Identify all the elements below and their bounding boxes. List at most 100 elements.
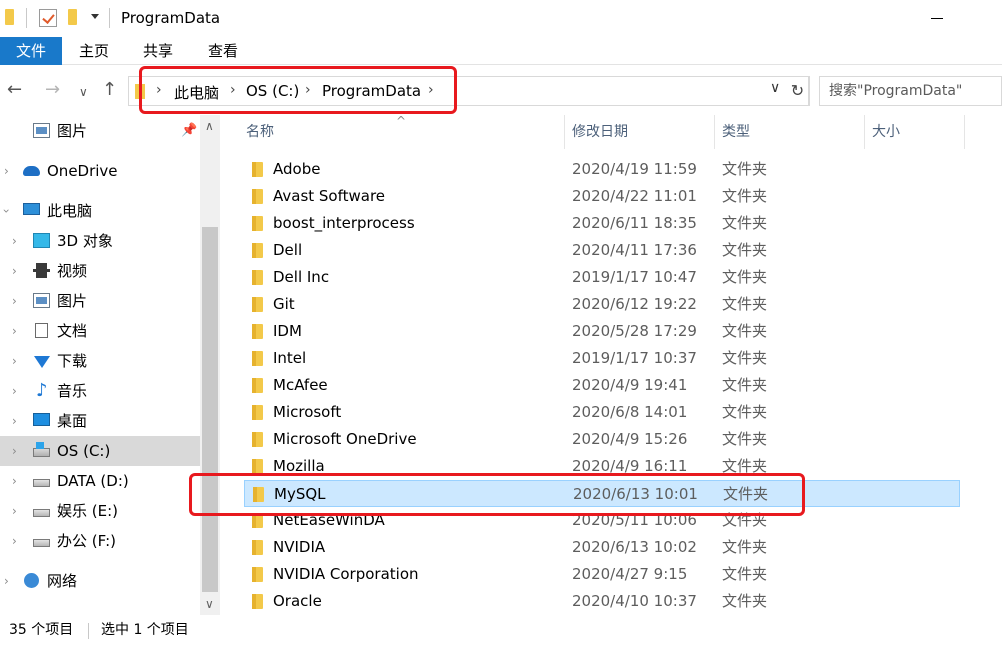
file-type: 文件夹	[722, 349, 768, 367]
file-type: 文件夹	[722, 160, 768, 178]
folder-icon	[252, 459, 263, 474]
chevron-right-icon[interactable]: ›	[12, 376, 17, 406]
file-name: Git	[273, 295, 295, 313]
sidebar-item-office-f[interactable]: › 办公 (F:)	[0, 526, 200, 556]
properties-icon[interactable]	[39, 9, 57, 27]
sidebar-item-entertainment-e[interactable]: › 娱乐 (E:)	[0, 496, 200, 526]
back-arrow-icon[interactable]: ←	[7, 79, 22, 101]
pin-icon[interactable]: 📌	[181, 116, 197, 146]
status-bar: 35 个项目 选中 1 个项目	[0, 615, 1002, 645]
chevron-down-icon[interactable]	[91, 14, 99, 19]
up-arrow-icon[interactable]: ↑	[102, 79, 117, 101]
column-divider[interactable]	[864, 115, 865, 149]
tab-share[interactable]: 共享	[143, 37, 173, 65]
sidebar-item-this-pc[interactable]: › 此电脑	[0, 196, 200, 226]
table-row[interactable]: Microsoft 2020/6/8 14:01 文件夹	[244, 399, 960, 426]
new-folder-icon[interactable]	[68, 9, 77, 25]
tab-view[interactable]: 查看	[208, 37, 238, 65]
refresh-icon[interactable]: ↻	[786, 76, 810, 106]
table-row[interactable]: McAfee 2020/4/9 19:41 文件夹	[244, 372, 960, 399]
sidebar-item-network[interactable]: › 网络	[0, 566, 200, 596]
sidebar-item-3d-objects[interactable]: › 3D 对象	[0, 226, 200, 256]
column-divider[interactable]	[714, 115, 715, 149]
sidebar-item-label: 3D 对象	[57, 232, 113, 250]
table-row[interactable]: Adobe 2020/4/19 11:59 文件夹	[244, 156, 960, 183]
address-dropdown-icon[interactable]: ∨	[770, 80, 780, 96]
folder-icon	[252, 162, 263, 177]
modified-date: 2019/1/17 10:37	[572, 349, 697, 367]
chevron-right-icon[interactable]: ›	[12, 436, 17, 466]
column-divider[interactable]	[964, 115, 965, 149]
scroll-up-icon[interactable]: ∧	[205, 119, 214, 133]
sidebar-item-pictures[interactable]: › 图片	[0, 286, 200, 316]
file-type: 文件夹	[722, 322, 768, 340]
sidebar-item-onedrive[interactable]: › OneDrive	[0, 156, 200, 186]
chevron-right-icon[interactable]: ›	[4, 566, 9, 596]
sidebar-item-downloads[interactable]: › 下载	[0, 346, 200, 376]
tab-home[interactable]: 主页	[79, 37, 109, 65]
folder-icon	[252, 297, 263, 312]
tab-file[interactable]: 文件	[0, 37, 62, 65]
column-header-size[interactable]: 大小	[872, 115, 900, 149]
table-row[interactable]: NVIDIA 2020/6/13 10:02 文件夹	[244, 534, 960, 561]
chevron-right-icon[interactable]: ›	[12, 466, 17, 496]
chevron-right-icon[interactable]: ›	[12, 406, 17, 436]
sidebar-item-label: 下载	[57, 352, 88, 370]
table-row[interactable]: NVIDIA Corporation 2020/4/27 9:15 文件夹	[244, 561, 960, 588]
scrollbar-thumb[interactable]	[202, 227, 218, 592]
file-name: Adobe	[273, 160, 321, 178]
table-row[interactable]: Avast Software 2020/4/22 11:01 文件夹	[244, 183, 960, 210]
chevron-right-icon[interactable]: ›	[12, 316, 17, 346]
table-row[interactable]: Dell 2020/4/11 17:36 文件夹	[244, 237, 960, 264]
chevron-right-icon[interactable]: ›	[12, 496, 17, 526]
file-type: 文件夹	[722, 187, 768, 205]
sidebar-item-videos[interactable]: › 视频	[0, 256, 200, 286]
sidebar-item-pictures-quick[interactable]: 图片 📌	[0, 116, 200, 146]
folder-icon	[252, 270, 263, 285]
sidebar-item-label: 图片	[57, 122, 88, 140]
sidebar-item-label: 音乐	[57, 382, 88, 400]
sidebar-scrollbar[interactable]: ∧ ∨	[200, 115, 220, 615]
column-header-name[interactable]: 名称	[246, 115, 274, 149]
table-row[interactable]: boost_interprocess 2020/6/11 18:35 文件夹	[244, 210, 960, 237]
file-type: 文件夹	[722, 592, 768, 610]
sidebar-item-music[interactable]: › ♪ 音乐	[0, 376, 200, 406]
chevron-right-icon[interactable]: ›	[12, 526, 17, 556]
3d-objects-icon	[33, 233, 50, 248]
table-row[interactable]: Git 2020/6/12 19:22 文件夹	[244, 291, 960, 318]
column-header-type[interactable]: 类型	[722, 115, 750, 149]
chevron-right-icon[interactable]: ›	[12, 256, 17, 286]
column-header-date[interactable]: 修改日期	[572, 115, 628, 149]
table-row[interactable]: Oracle 2020/4/10 10:37 文件夹	[244, 588, 960, 615]
recent-locations-chevron-icon[interactable]: ∨	[79, 81, 88, 103]
chevron-right-icon[interactable]: ›	[12, 286, 17, 316]
modified-date: 2020/6/12 19:22	[572, 295, 697, 313]
modified-date: 2020/6/11 18:35	[572, 214, 697, 232]
folder-icon	[5, 9, 14, 25]
sort-ascending-icon: ^	[396, 114, 407, 128]
table-row[interactable]: Dell Inc 2019/1/17 10:47 文件夹	[244, 264, 960, 291]
chevron-down-icon[interactable]: ›	[0, 209, 21, 214]
forward-arrow-icon[interactable]: →	[45, 79, 60, 101]
table-row[interactable]: Intel 2019/1/17 10:37 文件夹	[244, 345, 960, 372]
chevron-right-icon[interactable]: ›	[12, 226, 17, 256]
sidebar-item-data-d[interactable]: › DATA (D:)	[0, 466, 200, 496]
table-row[interactable]: IDM 2020/5/28 17:29 文件夹	[244, 318, 960, 345]
file-name: Dell	[273, 241, 303, 259]
sidebar-item-documents[interactable]: › 文档	[0, 316, 200, 346]
sidebar-item-label: 桌面	[57, 412, 88, 430]
drive-icon	[33, 509, 50, 517]
scroll-down-icon[interactable]: ∨	[205, 597, 214, 611]
chevron-right-icon[interactable]: ›	[4, 156, 9, 186]
chevron-right-icon[interactable]: ›	[12, 346, 17, 376]
file-type: 文件夹	[722, 565, 768, 583]
minimize-icon[interactable]	[931, 18, 943, 19]
sidebar-item-desktop[interactable]: › 桌面	[0, 406, 200, 436]
sidebar-item-label: 文档	[57, 322, 88, 340]
table-row[interactable]: Microsoft OneDrive 2020/4/9 15:26 文件夹	[244, 426, 960, 453]
column-divider[interactable]	[564, 115, 565, 149]
sidebar-item-os-c[interactable]: › OS (C:)	[0, 436, 200, 466]
sidebar-item-label: 办公 (F:)	[57, 532, 116, 550]
search-input[interactable]	[819, 76, 1002, 106]
folder-icon	[252, 378, 263, 393]
